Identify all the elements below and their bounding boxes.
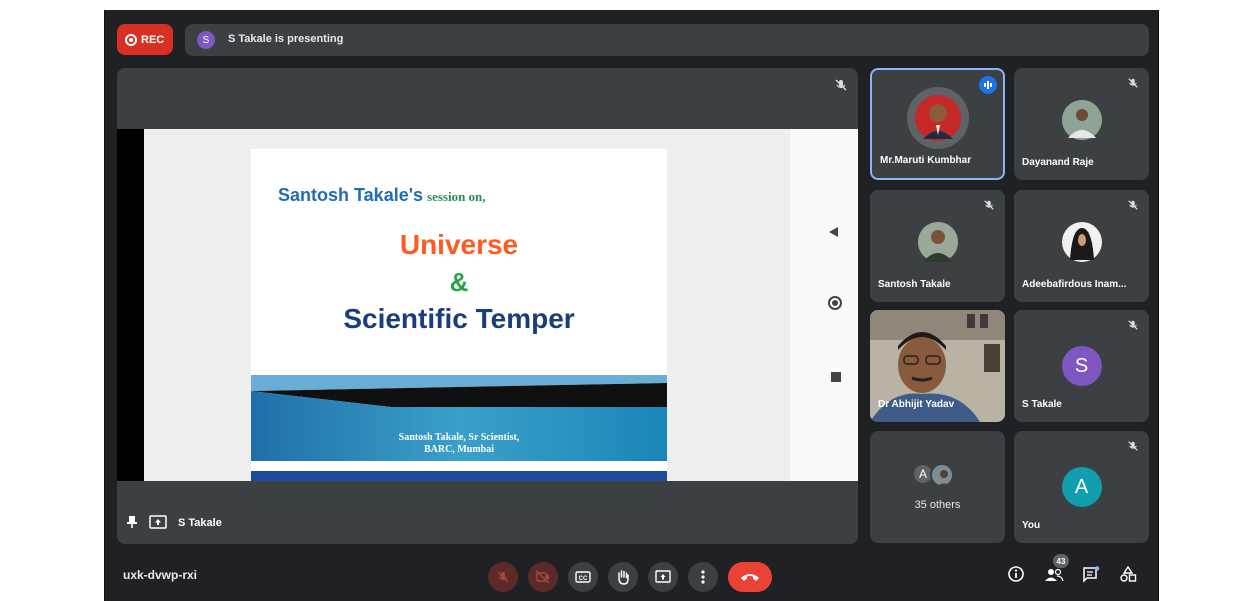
stop-icon[interactable] [831,372,841,382]
pin-icon[interactable] [125,515,139,534]
participant-tile-s-takale[interactable]: S S Takale [1014,310,1149,422]
mic-off-icon [1127,318,1139,336]
chat-icon [1083,566,1100,583]
recording-label: REC [141,33,165,46]
raise-hand-icon [618,570,629,585]
slide: Santosh Takale's session on, Universe & S… [251,149,667,481]
slide-session-text: session on, [427,189,486,204]
captions-button[interactable]: CC [568,562,598,592]
others-count-label: 35 others [914,499,961,511]
participant-tile-santosh-takale[interactable]: Santosh Takale [870,190,1005,302]
mic-toggle-button[interactable] [488,562,518,592]
participant-avatar: A [1061,467,1102,507]
raise-hand-button[interactable] [608,562,638,592]
speaking-indicator-icon [979,76,997,94]
participant-name: S Takale [1022,399,1062,410]
svg-text:CC: CC [579,576,588,582]
record-icon [125,33,137,46]
presenting-bar: S S Takale is presenting [185,24,1149,56]
mic-off-icon [834,78,848,97]
more-options-button[interactable] [688,562,718,592]
participant-photo [1061,100,1102,140]
pointer-icon[interactable] [828,296,842,310]
participant-name: You [1022,520,1041,531]
mic-off-icon [983,198,995,216]
slide-speaker-name: Santosh Takale's [278,185,424,205]
people-icon [1045,568,1064,582]
participant-tile-dayanand-raje[interactable]: Dayanand Raje [1014,68,1149,180]
participant-tile-abhijit-yadav[interactable]: Dr Abhijit Yadav [870,310,1005,422]
participant-name: Dr Abhijit Yadav [878,399,955,410]
previous-slide-icon[interactable] [829,227,838,237]
presenter-name-label: S Takale [178,517,222,529]
mic-off-icon [497,571,509,583]
participant-name: Mr.Maruti Kumbhar [880,155,972,166]
activities-button[interactable] [1119,565,1137,587]
meet-window: REC S S Takale is presenting Santosh Tak… [104,10,1159,601]
participant-tile-adeebafirdous[interactable]: Adeebafirdous Inam... [1014,190,1149,302]
others-photo [930,463,954,487]
participant-avatar: S [1061,346,1102,386]
mic-off-icon [1127,198,1139,216]
participant-tile-others[interactable]: A 35 others [870,431,1005,543]
mic-off-icon [1127,76,1139,94]
slide-decorative-band [251,375,667,461]
activities-icon [1120,565,1137,582]
meeting-code: uxk-dvwp-rxi [123,568,198,582]
meeting-details-button[interactable] [1008,566,1024,587]
present-now-button[interactable] [648,562,678,592]
participant-photo [917,222,958,262]
presentation-tile[interactable]: Santosh Takale's session on, Universe & S… [117,68,858,544]
participant-photo [1061,222,1102,262]
slide-bottom-bar [251,471,667,481]
recording-badge: REC [117,24,173,55]
slide-title-universe: Universe [399,229,519,260]
presenting-screen-icon [149,514,167,535]
more-icon [701,570,705,584]
people-button[interactable] [1044,568,1064,587]
captions-icon: CC [575,571,591,583]
chat-button[interactable] [1082,566,1100,589]
participant-count-badge: 43 [1053,554,1069,568]
presenting-text: S Takale is presenting [228,33,344,45]
end-call-icon [741,574,759,581]
info-icon [1008,566,1024,582]
screenshot-canvas: REC S S Takale is presenting Santosh Tak… [0,0,1246,601]
leave-call-button[interactable] [728,562,772,592]
participant-photo [906,87,969,149]
participant-name: Dayanand Raje [1022,157,1094,168]
participant-tile-maruti-kumbhar[interactable]: Mr.Maruti Kumbhar [870,68,1005,180]
slide-footer: Santosh Takale, Sr Scientist, BARC, Mumb… [251,432,667,456]
presenter-avatar: S [197,31,215,49]
control-bar: uxk-dvwp-rxi CC 43 [105,554,1160,601]
participant-tile-you[interactable]: A You [1014,431,1149,543]
camera-toggle-button[interactable] [528,562,558,592]
mic-off-icon [1127,439,1139,457]
present-icon [655,570,671,583]
slide-footer-line2: BARC, Mumbai [423,444,494,455]
shared-screen: Santosh Takale's session on, Universe & S… [117,129,858,481]
slideshow-controls-panel [790,129,858,481]
slide-title-scientific-temper: Scientific Temper [343,303,575,334]
camera-off-icon [535,570,550,584]
slide-heading-line: Santosh Takale's session on, [278,185,486,206]
slide-title-ampersand: & [449,267,469,297]
participant-name: Santosh Takale [878,279,951,290]
participant-name: Adeebafirdous Inam... [1022,279,1127,290]
slide-footer-line1: Santosh Takale, Sr Scientist, [398,432,520,443]
